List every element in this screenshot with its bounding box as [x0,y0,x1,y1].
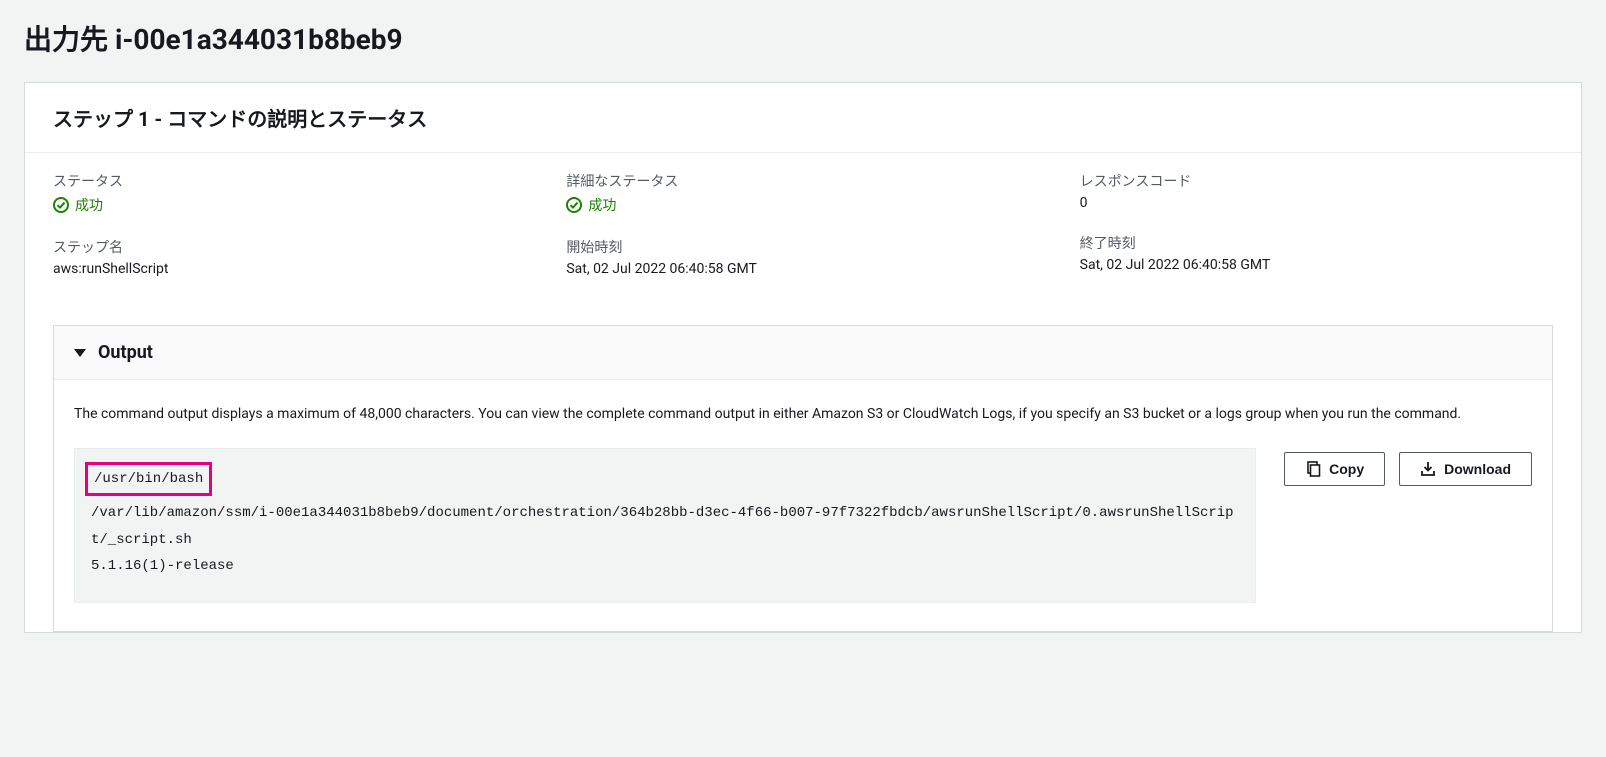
step-panel-header: ステップ 1 - コマンドの説明とステータス [25,83,1581,153]
copy-button[interactable]: Copy [1284,452,1385,486]
copy-label: Copy [1329,461,1364,477]
value-start-time: Sat, 02 Jul 2022 06:40:58 GMT [566,261,1039,277]
step-panel-title: ステップ 1 - コマンドの説明とステータス [53,103,1553,132]
success-icon [566,197,582,213]
label-start-time: 開始時刻 [566,237,1039,257]
output-line: /var/lib/amazon/ssm/i-00e1a344031b8beb9/… [91,505,1234,548]
value-response-code: 0 [1080,195,1553,211]
success-icon [53,197,69,213]
value-end-time: Sat, 02 Jul 2022 06:40:58 GMT [1080,257,1553,273]
label-step-name: ステップ名 [53,237,526,257]
value-detail-status: 成功 [566,195,1039,215]
chevron-down-icon [74,349,86,357]
value-status-text: 成功 [75,195,103,215]
output-highlighted-line: /usr/bin/bash [85,462,212,497]
label-end-time: 終了時刻 [1080,233,1553,253]
step-panel: ステップ 1 - コマンドの説明とステータス ステータス 成功 ステップ名 aw… [24,82,1582,633]
value-step-name: aws:runShellScript [53,261,526,277]
value-status: 成功 [53,195,526,215]
label-response-code: レスポンスコード [1080,171,1553,191]
label-detail-status: 詳細なステータス [566,171,1039,191]
label-status: ステータス [53,171,526,191]
output-codebox[interactable]: /usr/bin/bash /var/lib/amazon/ssm/i-00e1… [74,448,1256,603]
output-note: The command output displays a maximum of… [74,404,1532,426]
page-title: 出力先 i-00e1a344031b8beb9 [24,18,1606,58]
download-label: Download [1444,461,1511,477]
copy-icon [1305,461,1321,477]
step-fields: ステータス 成功 ステップ名 aws:runShellScript 詳細なステー… [25,153,1581,325]
download-button[interactable]: Download [1399,452,1532,486]
output-line: 5.1.16(1)-release [91,558,234,574]
value-detail-status-text: 成功 [588,195,616,215]
output-toggle[interactable]: Output [54,326,1552,380]
download-icon [1420,461,1436,477]
output-title: Output [98,342,153,363]
output-panel: Output The command output displays a max… [53,325,1553,632]
